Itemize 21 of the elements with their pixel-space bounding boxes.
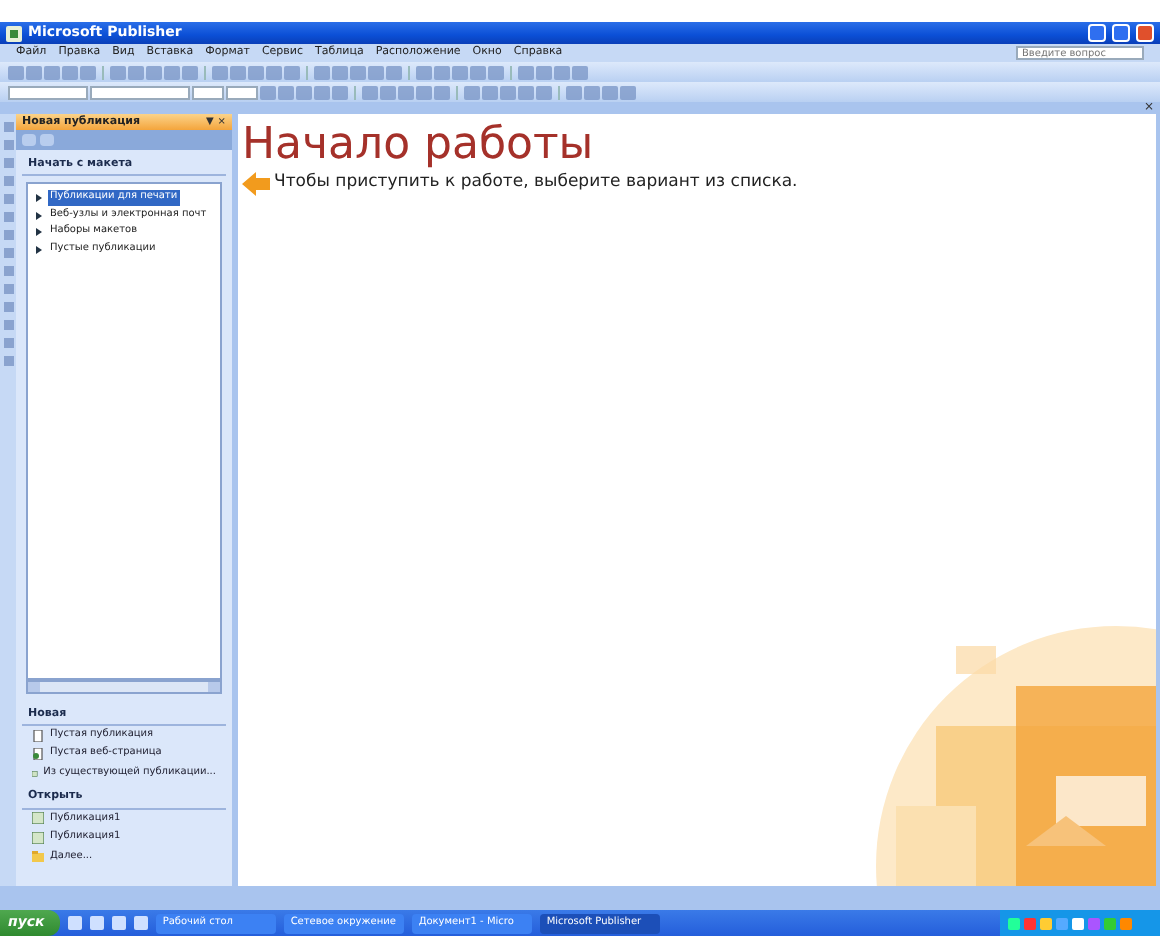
bullet-icon [36, 245, 42, 253]
bullet-icon [36, 194, 42, 202]
page-icon [32, 729, 44, 741]
back-button[interactable] [22, 134, 36, 146]
forward-button[interactable] [40, 134, 54, 146]
app-icon [6, 25, 22, 41]
minimize-button[interactable] [1088, 24, 1106, 42]
arrow-icon [242, 171, 270, 196]
document-icon [32, 767, 38, 779]
page-title: Начало работы [242, 122, 596, 171]
toolbar-dropdown[interactable] [8, 85, 88, 99]
web-page-icon [32, 748, 44, 760]
bullet-icon [36, 228, 42, 236]
maximize-button[interactable] [1112, 24, 1130, 42]
toolbar-dropdown[interactable] [192, 85, 224, 99]
close-button[interactable] [1136, 24, 1154, 42]
toolbar-dropdown[interactable] [90, 85, 190, 99]
hint-text: Чтобы приступить к работе, выберите вариант из списка. [274, 170, 798, 196]
folder-icon [32, 850, 44, 863]
toolbar-dropdown[interactable] [226, 85, 258, 99]
bullet-icon [36, 211, 42, 219]
